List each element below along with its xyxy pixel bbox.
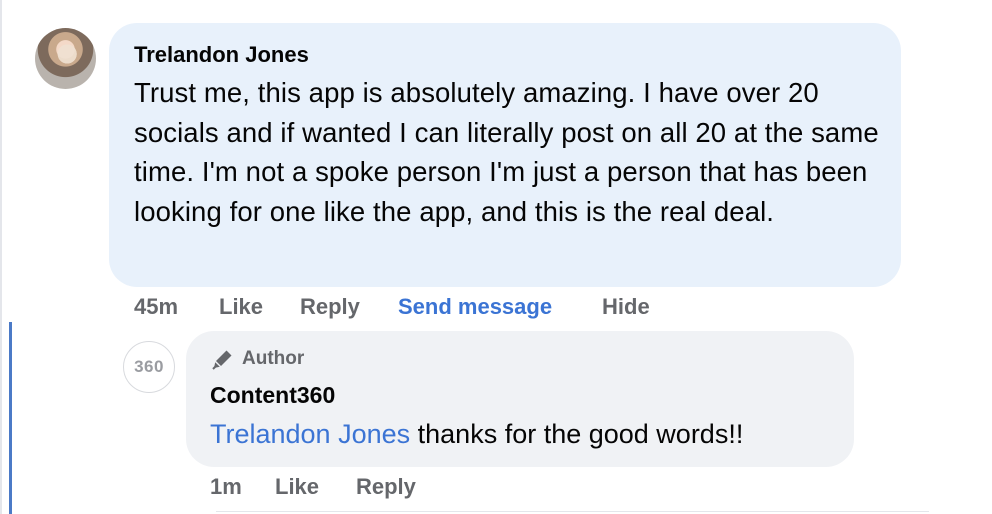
pen-icon bbox=[210, 346, 236, 372]
reply-timestamp[interactable]: 1m bbox=[210, 472, 242, 502]
comment-timestamp[interactable]: 45m bbox=[134, 292, 178, 322]
divider bbox=[216, 511, 929, 512]
comment-author-name[interactable]: Trelandon Jones bbox=[134, 40, 309, 70]
page-avatar[interactable]: 360 bbox=[123, 341, 175, 393]
reply-button[interactable]: Reply bbox=[300, 292, 360, 322]
reply-message: thanks for the good words!! bbox=[410, 419, 744, 449]
send-message-button[interactable]: Send message bbox=[398, 292, 552, 322]
reply-author-name[interactable]: Content360 bbox=[210, 380, 335, 410]
commenter-avatar[interactable] bbox=[35, 28, 96, 89]
reply-like-button[interactable]: Like bbox=[275, 472, 319, 502]
comment-text: Trust me, this app is absolutely amazing… bbox=[134, 77, 879, 227]
author-badge-label: Author bbox=[242, 348, 305, 369]
mention-link[interactable]: Trelandon Jones bbox=[210, 419, 410, 449]
reply-text: Trelandon Jones thanks for the good word… bbox=[210, 417, 743, 451]
hide-button[interactable]: Hide bbox=[602, 292, 650, 322]
author-badge: Author bbox=[210, 346, 304, 372]
avatar-logo-text: 360 bbox=[134, 357, 164, 376]
reply-reply-button[interactable]: Reply bbox=[356, 472, 416, 502]
thread-indicator bbox=[9, 322, 12, 514]
left-border bbox=[0, 0, 2, 514]
like-button[interactable]: Like bbox=[219, 292, 263, 322]
